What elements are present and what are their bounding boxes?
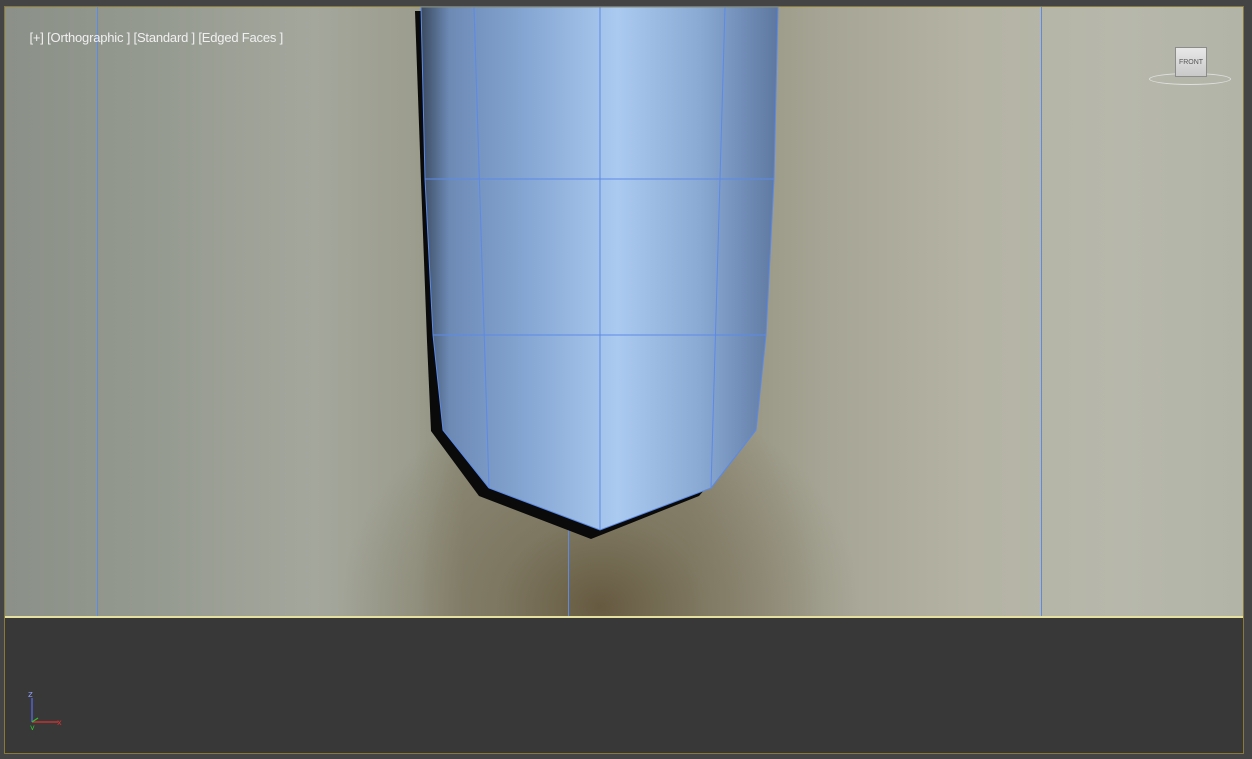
viewport-shading-menu[interactable]: [Standard ] [134,30,196,45]
axis-tripod-icon: z y x [28,690,62,730]
mesh-model[interactable] [5,7,1244,616]
axis-z-label: z [28,690,33,700]
app-frame: [+] [Orthographic ] [Standard ] [Edged F… [0,0,1252,759]
viewport-menu-plus[interactable]: [+] [29,30,43,45]
axis-y-label: y [30,723,35,730]
orthographic-viewport[interactable]: [+] [Orthographic ] [Standard ] [Edged F… [4,6,1244,754]
axis-x-label: x [57,718,62,727]
viewport-view-menu[interactable]: [Orthographic ] [47,30,130,45]
lower-viewport-panel[interactable] [5,616,1243,753]
viewport-edges-menu[interactable]: [Edged Faces ] [198,30,283,45]
viewport-label[interactable]: [+] [Orthographic ] [Standard ] [Edged F… [9,15,283,60]
viewcube-front-face[interactable]: FRONT [1175,47,1207,77]
